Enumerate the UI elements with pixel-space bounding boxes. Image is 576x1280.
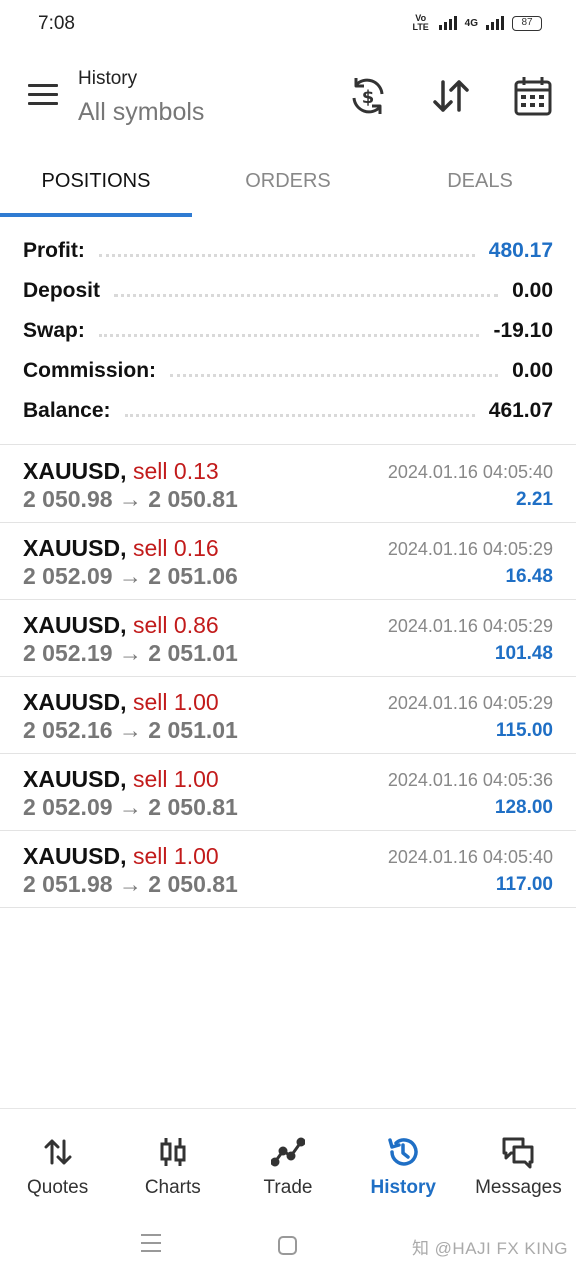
deal-profit: 101.48 — [494, 643, 553, 664]
bottom-nav: Quotes Charts Trade History Messages — [0, 1108, 576, 1212]
divider — [0, 444, 576, 445]
nav-label: Trade — [263, 1177, 313, 1198]
watermark: 知 @HAJI FX KING — [411, 1239, 568, 1258]
balance-label: Balance: — [23, 399, 111, 422]
summary-row-profit: Profit: 480.17 — [0, 231, 576, 271]
menu-icon[interactable] — [28, 84, 60, 108]
status-bar: 7:08 Vo LTE 4G 87 — [0, 0, 576, 50]
nav-label: Messages — [475, 1177, 562, 1198]
calendar-icon[interactable] — [512, 74, 554, 118]
nav-trade[interactable]: Trade — [230, 1109, 345, 1212]
deal-side: sell 0.86 — [133, 612, 219, 638]
dotted-leader — [124, 413, 475, 417]
deal-symbol: XAUUSD, — [23, 458, 127, 484]
deal-symbol: XAUUSD, — [23, 766, 127, 792]
swap-label: Swap: — [23, 319, 85, 342]
symbol-filter[interactable]: All symbols — [78, 98, 204, 127]
volte-indicator: Vo LTE — [412, 13, 429, 32]
account-summary: Profit: 480.17 Deposit 0.00 Swap: -19.10… — [0, 231, 576, 431]
commission-value: 0.00 — [512, 359, 553, 382]
deals-list: XAUUSD, sell 0.13 2 050.98 → 2 050.81 20… — [0, 446, 576, 908]
deal-profit: 2.21 — [516, 489, 553, 510]
list-item[interactable]: XAUUSD, sell 1.00 2 052.16 → 2 051.01 20… — [0, 677, 576, 754]
candlestick-icon — [160, 1138, 186, 1166]
deal-prices: 2 052.19 → 2 051.01 — [23, 640, 238, 666]
deal-time: 2024.01.16 04:05:29 — [387, 616, 553, 636]
nav-history[interactable]: History — [346, 1109, 461, 1212]
svg-text:$: $ — [362, 87, 375, 108]
nav-label: Quotes — [26, 1177, 89, 1198]
profit-label: Profit: — [23, 239, 85, 262]
history-icon — [388, 1138, 418, 1166]
deal-profit: 16.48 — [505, 566, 553, 587]
tab-deals[interactable]: DEALS — [384, 145, 576, 217]
tab-bar: POSITIONS ORDERS DEALS — [0, 145, 576, 217]
tab-orders[interactable]: ORDERS — [192, 145, 384, 217]
profit-value: 480.17 — [488, 239, 553, 262]
deal-time: 2024.01.16 04:05:40 — [387, 462, 553, 482]
signal-icon — [438, 16, 457, 30]
battery-icon: 87 — [512, 15, 542, 31]
list-item[interactable]: XAUUSD, sell 0.16 2 052.09 → 2 051.06 20… — [0, 523, 576, 600]
deposit-label: Deposit — [23, 279, 101, 302]
swap-value: -19.10 — [493, 319, 553, 342]
dotted-leader — [98, 333, 480, 337]
deal-profit: 117.00 — [495, 874, 553, 895]
network-type: 4G — [464, 17, 478, 29]
nav-quotes[interactable]: Quotes — [0, 1109, 115, 1212]
dotted-leader — [170, 373, 499, 377]
deal-side: sell 0.16 — [133, 535, 219, 561]
deal-symbol: XAUUSD, — [23, 689, 127, 715]
deal-side: sell 0.13 — [133, 458, 219, 484]
deal-symbol: XAUUSD, — [23, 535, 127, 561]
list-item[interactable]: XAUUSD, sell 0.86 2 052.19 → 2 051.01 20… — [0, 600, 576, 677]
system-nav-bar: 知 @HAJI FX KING — [0, 1212, 576, 1280]
deal-time: 2024.01.16 04:05:29 — [387, 693, 553, 713]
summary-row-swap: Swap: -19.10 — [0, 311, 576, 351]
list-item[interactable]: XAUUSD, sell 1.00 2 051.98 → 2 050.81 20… — [0, 831, 576, 908]
currency-sync-icon[interactable]: $ — [347, 74, 389, 118]
deal-prices: 2 052.09 → 2 051.06 — [23, 563, 238, 589]
deal-side: sell 1.00 — [133, 843, 219, 869]
deal-time: 2024.01.16 04:05:40 — [387, 847, 553, 867]
deal-prices: 2 052.09 → 2 050.81 — [23, 794, 238, 820]
deal-time: 2024.01.16 04:05:36 — [387, 770, 553, 790]
deal-symbol: XAUUSD, — [23, 612, 127, 638]
trade-line-icon — [271, 1137, 305, 1167]
balance-value: 461.07 — [488, 399, 553, 422]
dotted-leader — [98, 253, 475, 257]
nav-messages[interactable]: Messages — [461, 1109, 576, 1212]
tab-positions[interactable]: POSITIONS — [0, 145, 192, 217]
list-item[interactable]: XAUUSD, sell 1.00 2 052.09 → 2 050.81 20… — [0, 754, 576, 831]
nav-label: History — [370, 1177, 436, 1198]
quotes-icon — [44, 1139, 72, 1165]
messages-icon — [502, 1137, 534, 1169]
sort-icon[interactable] — [430, 74, 472, 118]
deal-prices: 2 051.98 → 2 050.81 — [23, 871, 238, 897]
deal-time: 2024.01.16 04:05:29 — [387, 539, 553, 559]
deal-side: sell 1.00 — [133, 766, 219, 792]
page-title: History — [78, 68, 138, 89]
nav-charts[interactable]: Charts — [115, 1109, 230, 1212]
status-time: 7:08 — [38, 13, 75, 34]
deal-prices: 2 052.16 → 2 051.01 — [23, 717, 238, 743]
summary-row-balance: Balance: 461.07 — [0, 391, 576, 431]
signal-icon-2 — [486, 16, 504, 30]
list-item[interactable]: XAUUSD, sell 0.13 2 050.98 → 2 050.81 20… — [0, 446, 576, 523]
status-icons: Vo LTE 4G 87 — [411, 14, 542, 32]
deal-side: sell 1.00 — [133, 689, 219, 715]
recent-apps-icon[interactable] — [141, 1234, 161, 1258]
deal-profit: 115.00 — [495, 720, 553, 741]
deal-profit: 128.00 — [494, 797, 553, 818]
deposit-value: 0.00 — [512, 279, 553, 302]
app-header: History All symbols $ — [0, 50, 576, 145]
summary-row-deposit: Deposit 0.00 — [0, 271, 576, 311]
home-icon[interactable] — [278, 1236, 297, 1255]
nav-label: Charts — [144, 1177, 201, 1198]
summary-row-commission: Commission: 0.00 — [0, 351, 576, 391]
deal-prices: 2 050.98 → 2 050.81 — [23, 486, 238, 512]
dotted-leader — [114, 293, 499, 297]
deal-symbol: XAUUSD, — [23, 843, 127, 869]
commission-label: Commission: — [23, 359, 157, 382]
